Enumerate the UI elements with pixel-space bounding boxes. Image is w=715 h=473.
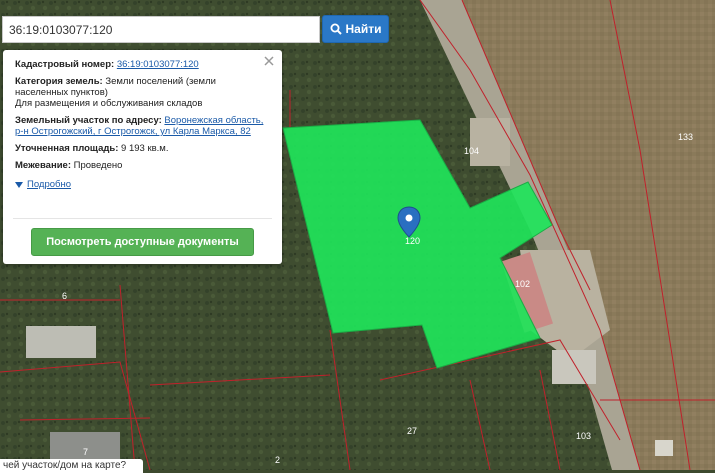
building-104	[470, 118, 510, 166]
plot-label-2: 2	[275, 455, 280, 465]
plot-label-102: 102	[515, 279, 530, 289]
chevron-down-icon	[15, 181, 23, 188]
category-use: Для размещения и обслуживания складов	[15, 98, 203, 109]
cadastral-link[interactable]: 36:19:0103077:120	[117, 59, 199, 70]
view-documents-button[interactable]: Посмотреть доступные документы	[31, 228, 254, 256]
plot-label-6: 6	[62, 291, 67, 301]
plot-label-7: 7	[83, 447, 88, 457]
plot-label-133: 133	[678, 132, 693, 142]
building-bottom-right2	[655, 440, 673, 456]
area-label: Уточненная площадь:	[15, 143, 119, 154]
parcel-info-popup: Кадастровый номер: 36:19:0103077:120 Кат…	[3, 50, 282, 264]
search-bar	[2, 16, 320, 43]
address-link-line1[interactable]: Воронежская область,	[164, 115, 263, 126]
address-label: Земельный участок по адресу:	[15, 115, 162, 126]
divider	[13, 218, 272, 219]
search-input[interactable]	[3, 17, 319, 42]
survey-value: Проведено	[73, 160, 123, 171]
search-button-label: Найти	[345, 22, 382, 36]
building-left	[26, 326, 96, 358]
survey-label: Межевание:	[15, 160, 71, 171]
bottom-question-banner[interactable]: чей участок/дом на карте?	[0, 459, 143, 473]
more-details-toggle[interactable]: Подробно	[15, 179, 270, 190]
cadastral-row: Кадастровый номер: 36:19:0103077:120	[15, 59, 270, 70]
area-value: 9 193 кв.м.	[121, 143, 169, 154]
close-icon[interactable]	[262, 54, 276, 68]
search-button[interactable]: Найти	[322, 15, 389, 43]
plot-label-103: 103	[576, 431, 591, 441]
plot-label-27: 27	[407, 426, 417, 436]
plot-label-104: 104	[464, 146, 479, 156]
parcel-number-label: 120	[405, 236, 420, 246]
address-link-line2[interactable]: р-н Острогожский, г Острогожск, ул Карла…	[15, 126, 251, 137]
category-label: Категория земель:	[15, 76, 103, 87]
search-icon	[330, 23, 342, 35]
cadastral-label: Кадастровый номер:	[15, 59, 115, 70]
category-value-line2: населенных пунктов)	[15, 87, 108, 98]
more-details-link[interactable]: Подробно	[27, 179, 71, 190]
building-right-bottom	[552, 350, 596, 384]
address-row: Земельный участок по адресу: Воронежская…	[15, 115, 270, 137]
category-row: Категория земель: Земли поселений (земли…	[15, 76, 270, 109]
survey-row: Межевание: Проведено	[15, 160, 270, 171]
category-value-line1: Земли поселений (земли	[105, 76, 216, 87]
area-row: Уточненная площадь: 9 193 кв.м.	[15, 143, 270, 154]
